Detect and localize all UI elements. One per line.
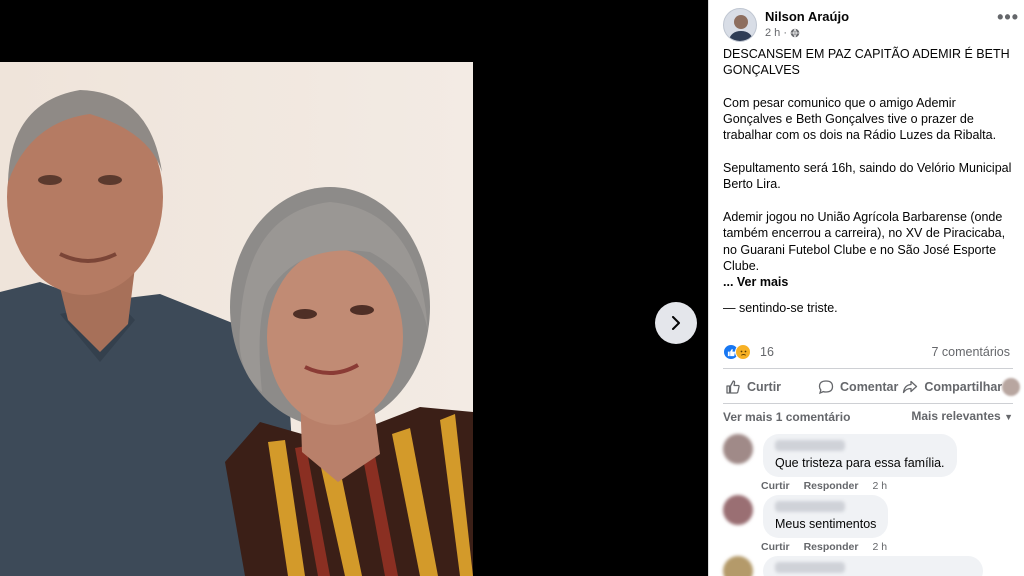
reactions-summary[interactable]: 16 <box>723 342 774 362</box>
comment-like-link[interactable]: Curtir <box>761 480 790 492</box>
comment-reply-link[interactable]: Responder <box>804 480 859 492</box>
photo-viewer <box>0 0 708 576</box>
comment-actions: Curtir Responder 2 h <box>761 541 887 553</box>
divider <box>723 368 1013 369</box>
caret-down-icon: ▼ <box>1004 412 1013 422</box>
comment-bubble <box>763 556 983 576</box>
commenter-name-blurred[interactable] <box>775 440 845 451</box>
post-actions: Curtir Comentar Compartilhar ▼ <box>723 372 1024 402</box>
thumbs-up-icon <box>726 380 740 394</box>
post-panel: Nilson Araújo 2 h · ••• DESCANSEM EM PAZ… <box>708 0 1024 576</box>
commenter-avatar[interactable] <box>723 495 753 525</box>
next-photo-button[interactable] <box>655 302 697 344</box>
share-as-avatar[interactable] <box>1002 378 1021 396</box>
comment-bubble: Meus sentimentos <box>763 495 889 538</box>
post-body: DESCANSEM EM PAZ CAPITÃO ADEMIR É BETH G… <box>723 46 1015 290</box>
sort-label: Mais relevantes <box>911 409 1001 423</box>
comments-count[interactable]: 7 comentários <box>931 345 1010 359</box>
like-button[interactable]: Curtir <box>725 379 781 395</box>
commenter-name-blurred[interactable] <box>775 501 845 512</box>
reaction-count: 16 <box>760 345 774 359</box>
see-more-link[interactable]: ... Ver mais <box>723 274 1015 290</box>
post-photo[interactable] <box>0 62 473 576</box>
comment-actions: Curtir Responder 2 h <box>761 480 887 492</box>
post-paragraph: Sepultamento será 16h, saindo do Velório… <box>723 161 1012 192</box>
post-paragraph: Com pesar comunico que o amigo Ademir Go… <box>723 95 997 143</box>
post-header: Nilson Araújo 2 h · ••• <box>723 8 1019 42</box>
share-button[interactable]: Compartilhar ▼ <box>902 378 1024 396</box>
comment-icon <box>818 380 834 395</box>
commenter-name-blurred[interactable] <box>775 562 845 573</box>
comment-time[interactable]: 2 h <box>872 541 887 553</box>
comment-button[interactable]: Comentar <box>818 379 898 395</box>
divider <box>723 403 1013 404</box>
more-options-button[interactable]: ••• <box>997 8 1019 26</box>
author-name[interactable]: Nilson Araújo <box>765 9 849 24</box>
comment-label: Comentar <box>840 380 899 394</box>
comment-reply-link[interactable]: Responder <box>804 541 859 553</box>
share-icon <box>903 380 918 394</box>
comment-like-link[interactable]: Curtir <box>761 541 790 553</box>
sort-dropdown[interactable]: Mais relevantes ▼ <box>911 409 1013 423</box>
comment-text: Que tristeza para essa família. <box>775 456 945 470</box>
globe-icon <box>790 28 800 38</box>
commenter-avatar[interactable] <box>723 556 753 576</box>
post-time[interactable]: 2 h · <box>765 27 787 39</box>
see-more-comments-link[interactable]: Ver mais 1 comentário <box>723 410 850 424</box>
sad-reaction-icon <box>735 344 751 360</box>
comment-text: Meus sentimentos <box>775 517 877 531</box>
post-title: DESCANSEM EM PAZ CAPITÃO ADEMIR É BETH G… <box>723 47 1010 78</box>
like-label: Curtir <box>747 380 782 394</box>
author-avatar[interactable] <box>723 8 757 42</box>
comment-time[interactable]: 2 h <box>872 480 887 492</box>
commenter-avatar[interactable] <box>723 434 753 464</box>
comment-sort-bar: Ver mais 1 comentário Mais relevantes ▼ <box>723 409 1013 426</box>
feeling-text: — sentindo-se triste. <box>723 301 838 315</box>
chevron-right-icon <box>672 316 680 330</box>
comment-bubble: Que tristeza para essa família. <box>763 434 957 477</box>
post-meta: 2 h · <box>765 27 800 39</box>
share-label: Compartilhar <box>924 380 1003 394</box>
post-paragraph: Ademir jogou no União Agrícola Barbarens… <box>723 209 1006 273</box>
